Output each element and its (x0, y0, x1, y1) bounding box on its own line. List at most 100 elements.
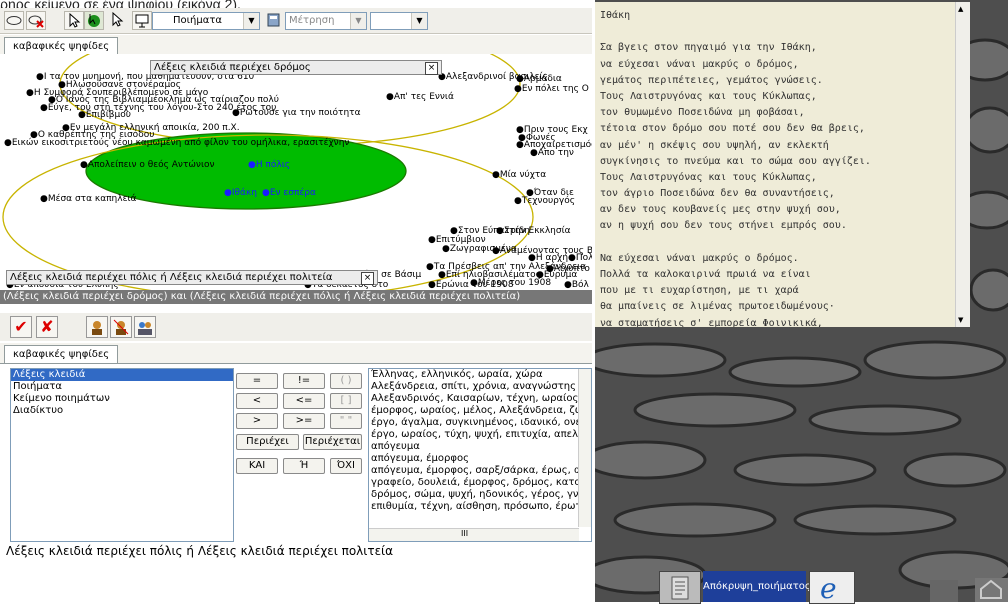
poem-node-label[interactable]: ●Μέσα στα καπηλειά (40, 194, 136, 204)
op-or-button[interactable]: Ή (283, 458, 325, 474)
presentation-icon[interactable] (132, 11, 152, 30)
value-item[interactable]: Αλεξάνδρεια, σπίτι, χρόνια, αναγνώστης (369, 381, 591, 393)
user-add-icon[interactable] (86, 316, 108, 338)
poem-node-label[interactable]: ●Τεχνουργός (514, 196, 575, 206)
poem-node-label[interactable]: ●Αρμάδια (516, 74, 562, 84)
value-item[interactable]: απόγευμα (369, 441, 591, 453)
chevron-down-icon[interactable]: ▼ (411, 13, 427, 29)
calculator-icon[interactable] (264, 11, 284, 30)
set-title-city[interactable]: Λέξεις κλειδιά περιέχει πόλις ή Λέξεις κ… (6, 270, 378, 285)
poem-line: αν δεν τους κουβανείς μες στην ψυχή σου, (600, 204, 841, 216)
delete-set-icon[interactable] (26, 11, 46, 30)
op-less-button[interactable]: < (236, 393, 278, 409)
value-item[interactable]: γραφείο, δουλειά, έμορφος, δρόμος, κατοι… (369, 477, 591, 489)
users-group-icon[interactable] (134, 316, 156, 338)
poem-line: Πολλά τα καλοκαιρινά πρωιά να είναι (600, 269, 811, 280)
chevron-down-icon[interactable]: ▼ (350, 13, 366, 29)
value-item[interactable]: έργο, ωραίος, τύχη, ψυχή, επιτυχία, απελ… (369, 429, 591, 441)
value-item[interactable]: επιθυμία, τέχνη, αίσθηση, πρόσωπο, έρωτα… (369, 501, 591, 513)
poem-node-label[interactable]: ●Αναμένοντας τους Βαρβάρους (492, 246, 592, 256)
value-item[interactable]: Αλεξανδρινός, Καισαρίων, τέχνη, ωραίος (369, 393, 591, 405)
value-item[interactable]: έργο, άγαλμα, συγκινημένος, ιδανικό, ονε… (369, 417, 591, 429)
poem-node-label[interactable]: ●Απολείπειν ο θεός Αντώνιον (80, 160, 215, 170)
poem-node-label[interactable]: ●Ερώνια του 1908 (428, 280, 514, 290)
poem-node-label[interactable]: ●Εικών εικοσιτριετούς νέου καμωμένη από … (4, 138, 349, 148)
poem-line: τον άγριο Ποσειδώνα δεν θα συναντήσεις, (600, 188, 835, 200)
scroll-up-icon[interactable]: ▲ (958, 5, 963, 13)
hide-poem-button[interactable]: Απόκρυψη_ποιήματος (703, 571, 811, 602)
op-and-button[interactable]: ΚΑΙ (236, 458, 278, 474)
chevron-down-icon[interactable]: ▼ (243, 13, 259, 29)
category-list[interactable]: Λέξεις κλειδιά Ποιήματα Κείμενο ποιημάτω… (10, 368, 234, 542)
arrow-cursor-icon[interactable] (108, 11, 128, 30)
poem-node-label[interactable]: ●Η πόλις (248, 160, 290, 170)
document-icon[interactable] (659, 571, 701, 604)
poem-lines: Σα βγεις στον πηγαιμό για την Ιθάκη, να ε… (595, 24, 955, 327)
poem-scrollbar[interactable]: ▲ ▼ (955, 2, 970, 327)
poem-node-label[interactable]: ●Βόλ (564, 280, 589, 290)
cancel-button[interactable]: ✘ (36, 316, 58, 338)
category-item-poems[interactable]: Ποιήματα (11, 381, 233, 393)
poem-line: αν μέν' η σκέψις σου υψηλή, αν εκλεκτή (600, 139, 829, 151)
toolbar: Ποιήματα ▼ Μέτρηση ▼ ▼ (0, 8, 592, 34)
op-not-equals-button[interactable]: != (283, 373, 325, 389)
back-icon[interactable] (930, 580, 958, 602)
pointer-select-icon[interactable] (64, 11, 84, 30)
op-not-button[interactable]: ΌΧΙ (330, 458, 362, 474)
venn-diagram-area[interactable]: ●Ι τα τον μυημονή, που μαθηματεύουν, στα… (0, 54, 592, 291)
search-tab-bar: καβαφικές ψηφίδες (0, 343, 592, 364)
value-item[interactable]: έμορφος, ωραίος, μέλος, Αλεξάνδρεια, ζωγ… (369, 405, 591, 417)
op-brackets-button[interactable]: [ ] (330, 393, 362, 409)
poem-node-label[interactable]: ●Επιβίβμου (78, 110, 131, 120)
value-select[interactable]: ▼ (370, 12, 428, 30)
poem-node-label[interactable]: ●Απ' τες Εννιά (386, 92, 454, 102)
scroll-down-icon[interactable]: ▼ (958, 316, 963, 324)
op-equals-button[interactable]: = (236, 373, 278, 389)
value-item[interactable]: απόγευμα, έμορφος, σαρξ/σάρκα, έρως, από… (369, 465, 591, 477)
category-item-keywords[interactable]: Λέξεις κλειδιά (11, 369, 233, 381)
tab-kavafikes-psifides-search[interactable]: καβαφικές ψηφίδες (4, 345, 119, 363)
poem-node-label[interactable]: ●Ρωτούσε για την ποιότητα (232, 108, 361, 118)
green-select-icon[interactable] (84, 11, 104, 30)
category-item-poem-text[interactable]: Κείμενο ποιημάτων (11, 393, 233, 405)
tab-kavafikes-psifides[interactable]: καβαφικές ψηφίδες (4, 37, 119, 55)
poem-line: αν η ψυχή σου δεν τους στήνει εμπρός σου… (600, 220, 847, 232)
poem-line: Τους Λαιστρυγόνας και τους Κύκλωπας, (600, 171, 817, 183)
set-title-road[interactable]: Λέξεις κλειδιά περιέχει δρόμος × (150, 60, 442, 75)
poem-node-label[interactable]: ●Στην Εκκλησία (496, 226, 571, 236)
op-quotes-button[interactable]: " " (330, 413, 362, 429)
value-item[interactable]: δρόμος, σώμα, ψυχή, ηδονικός, γέρος, γνώ… (369, 489, 591, 501)
poem-node-label[interactable]: ●Εν εσπέρα (262, 188, 316, 198)
poem-line: να εύχεσαι νάναι μακρύς ο δρόμος, (600, 58, 799, 70)
poem-node-label[interactable]: ●Αίγυπτο (546, 264, 590, 274)
category-item-internet[interactable]: Διαδίκτυο (11, 405, 233, 417)
op-greater-equal-button[interactable]: >= (283, 413, 325, 429)
value-item[interactable]: απόγευμα, έμορφος (369, 453, 591, 465)
op-contains-button[interactable]: Περιέχει (236, 434, 299, 450)
op-greater-button[interactable]: > (236, 413, 278, 429)
values-horizontal-scrollbar[interactable]: III (369, 528, 579, 541)
op-contained-button[interactable]: Περιέχεται (303, 434, 362, 450)
user-remove-icon[interactable] (110, 316, 132, 338)
poem-text-panel[interactable]: Ιθάκη Σα βγεις στον πηγαιμό για την Ιθάκ… (595, 2, 955, 327)
close-icon[interactable]: × (361, 272, 374, 285)
home-icon[interactable] (975, 578, 1008, 602)
values-vertical-scrollbar[interactable] (578, 369, 591, 527)
values-list[interactable]: Έλληνας, ελληνικός, ωραία, χώρα Αλεξάνδρε… (368, 368, 592, 542)
poem-node-label[interactable]: ●Μία νύχτα (492, 170, 546, 180)
value-item[interactable]: Έλληνας, ελληνικός, ωραία, χώρα (369, 369, 591, 381)
browser-e-icon[interactable]: e (809, 571, 855, 605)
poem-node-label[interactable]: ●Απο την (530, 148, 574, 158)
ellipse-tool-icon[interactable] (4, 11, 24, 30)
close-icon[interactable]: × (425, 62, 438, 75)
measure-select-value: Μέτρηση (289, 15, 335, 26)
op-less-equal-button[interactable]: <= (283, 393, 325, 409)
op-parentheses-button[interactable]: ( ) (330, 373, 362, 389)
expression-text[interactable]: Λέξεις κλειδιά περιέχει πόλις ή Λέξεις κ… (6, 544, 590, 558)
poem-node-label[interactable]: ●Εν πόλει της Ο (514, 84, 589, 94)
poem-node-label[interactable]: ●Ιθάκη (224, 188, 257, 198)
confirm-button[interactable]: ✔ (10, 316, 32, 338)
set-title-city-label: Λέξεις κλειδιά περιέχει πόλις ή Λέξεις κ… (10, 272, 333, 283)
collection-select[interactable]: Ποιήματα ▼ (152, 12, 260, 30)
measure-select[interactable]: Μέτρηση ▼ (285, 12, 367, 30)
